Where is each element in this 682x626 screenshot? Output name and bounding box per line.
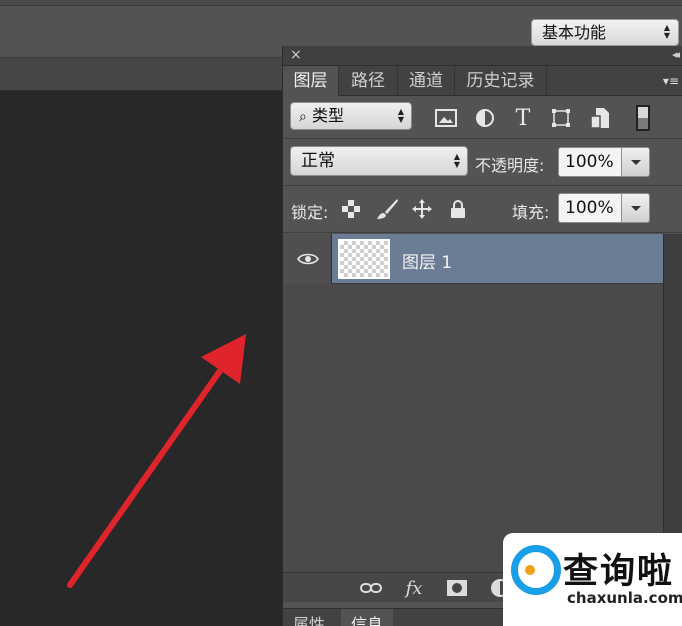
tab-info[interactable]: 信息	[341, 609, 394, 626]
menu-strip	[0, 0, 682, 6]
layer-name: 图层 1	[402, 253, 453, 273]
collapse-icon[interactable]: ◂◂	[672, 48, 680, 61]
tab-properties[interactable]: 属性	[283, 609, 335, 626]
blend-row: 正常 ▲ ▼ 不透明度: 100%	[283, 140, 682, 186]
lock-icon[interactable]	[446, 197, 470, 221]
opacity-input[interactable]: 100%	[558, 147, 622, 177]
watermark-logo-icon	[511, 545, 561, 595]
select-arrows-icon: ▲ ▼	[453, 152, 460, 169]
fx-label: fx	[405, 577, 423, 599]
blend-mode-select[interactable]: 正常 ▲ ▼	[290, 146, 468, 176]
close-icon[interactable]: ×	[290, 47, 302, 63]
fill-input[interactable]: 100%	[558, 193, 622, 223]
layer-row[interactable]: 图层 1	[283, 234, 663, 284]
filter-kind-select[interactable]: ⌕ 类型 ▲ ▼	[290, 102, 412, 130]
brush-icon[interactable]	[375, 197, 399, 221]
mask-icon[interactable]	[444, 577, 470, 599]
lock-transparent-pixels-icon[interactable]	[339, 197, 363, 221]
layer-selected-area[interactable]: 图层 1	[332, 234, 663, 284]
fx-icon[interactable]: fx	[401, 577, 427, 599]
layer-thumbnail	[338, 239, 390, 279]
shape-filter-icon[interactable]	[548, 106, 574, 130]
move-icon[interactable]	[410, 197, 434, 221]
lock-label: 锁定:	[291, 203, 329, 222]
workspace-label: 基本功能	[542, 23, 607, 42]
image-filter-icon[interactable]	[433, 106, 459, 130]
tab-history[interactable]: 历史记录	[455, 66, 547, 96]
select-arrows-icon: ▲ ▼	[663, 23, 670, 40]
search-icon: ⌕	[299, 109, 307, 125]
blend-mode-value: 正常	[301, 151, 335, 171]
watermark: 查询啦 chaxunla.com	[503, 533, 682, 626]
fill-label: 填充:	[512, 203, 550, 222]
fill-dropdown-button[interactable]	[622, 193, 650, 223]
smart-object-filter-icon[interactable]	[587, 106, 613, 130]
panel-tabs: 图层 路径 通道 历史记录 ▾≡	[283, 66, 682, 96]
panel-menu-icon[interactable]: ▾≡	[663, 74, 679, 88]
filter-row: ⌕ 类型 ▲ ▼ T	[283, 97, 682, 139]
select-arrows-icon: ▲ ▼	[397, 107, 404, 124]
type-filter-icon[interactable]: T	[510, 106, 536, 131]
eye-icon	[297, 253, 319, 265]
opacity-dropdown-button[interactable]	[622, 147, 650, 177]
tab-paths[interactable]: 路径	[339, 66, 398, 96]
watermark-title: 查询啦	[563, 552, 675, 592]
layers-scrollbar[interactable]	[663, 234, 682, 572]
link-icon[interactable]	[358, 577, 384, 599]
adjustment-filter-icon[interactable]	[472, 106, 498, 130]
tab-layers[interactable]: 图层	[283, 66, 339, 96]
lock-row: 锁定: 填充: 100%	[283, 187, 682, 233]
layers-list: 图层 1	[283, 234, 663, 572]
filter-toggle[interactable]	[636, 105, 650, 131]
tab-channels[interactable]: 通道	[398, 66, 455, 96]
panel-header: × ◂◂	[283, 46, 682, 66]
watermark-url: chaxunla.com	[567, 589, 682, 607]
filter-kind-label: 类型	[311, 106, 344, 125]
workspace-select[interactable]: 基本功能 ▲ ▼	[531, 19, 679, 46]
document-canvas[interactable]	[0, 58, 283, 626]
document-tab-strip	[0, 58, 283, 91]
opacity-label: 不透明度:	[475, 156, 545, 175]
visibility-toggle[interactable]	[283, 234, 332, 284]
